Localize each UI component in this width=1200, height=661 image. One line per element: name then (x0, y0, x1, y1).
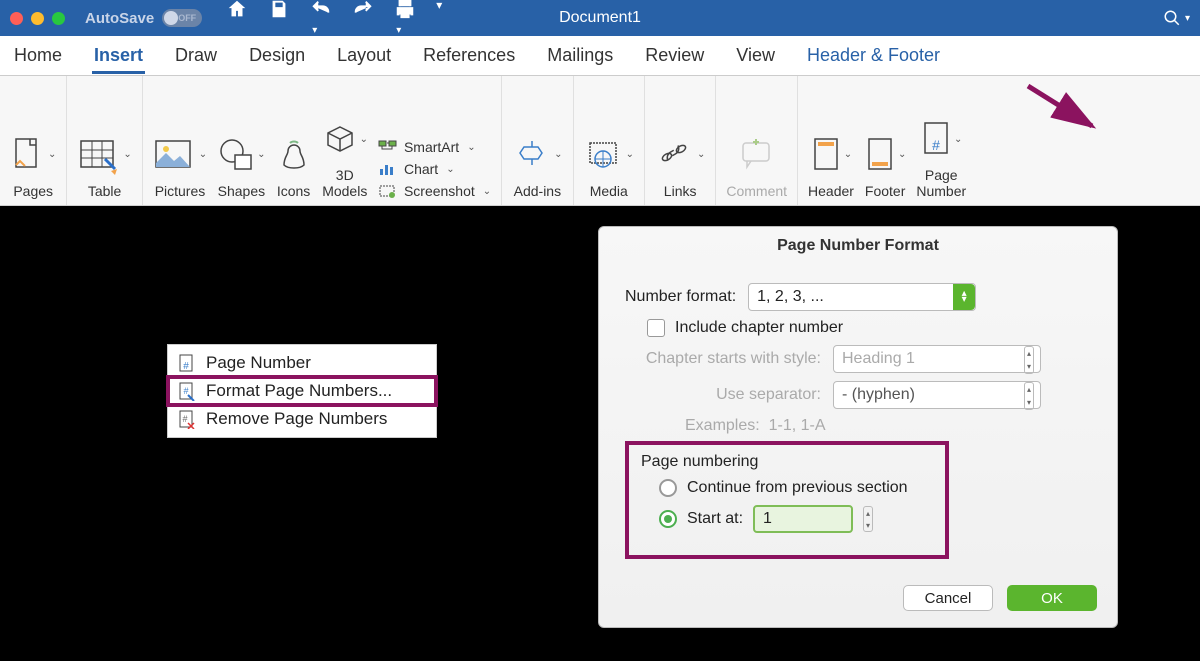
separator-select: - (hyphen) ▴▾ (833, 381, 1041, 409)
svg-text:#: # (932, 137, 940, 153)
print-icon[interactable]: ▾ (394, 0, 416, 38)
separator-label: Use separator: (621, 386, 821, 404)
chapter-starts-label: Chapter starts with style: (621, 350, 821, 368)
menu-item-format-page-numbers[interactable]: # Format Page Numbers... (168, 377, 436, 405)
continue-radio[interactable] (659, 479, 677, 497)
autosave-state: OFF (178, 13, 196, 23)
comment-icon (737, 137, 777, 173)
header-icon (810, 135, 842, 175)
callout-arrow (1024, 80, 1104, 134)
home-icon[interactable] (226, 0, 248, 38)
icons-button[interactable]: Icons (276, 130, 312, 199)
chart-button[interactable]: Chart⌄ (378, 161, 491, 177)
page-numbering-section: Page numbering Continue from previous se… (625, 441, 949, 559)
media-button[interactable]: ⌄ Media (584, 130, 634, 199)
page-number-icon: # (178, 353, 196, 373)
include-chapter-checkbox-row[interactable]: Include chapter number (647, 319, 1095, 337)
svg-text:#: # (182, 414, 187, 424)
save-icon[interactable] (268, 0, 290, 38)
pictures-icon (153, 137, 197, 173)
table-button[interactable]: ⌄ Table (77, 130, 131, 199)
media-icon (584, 137, 624, 173)
page-number-button[interactable]: #⌄ Page Number (916, 114, 966, 199)
chart-icon (378, 161, 398, 177)
quick-access-toolbar: ▾ ▾ ▾ (226, 0, 442, 38)
window-controls (10, 12, 65, 25)
start-at-radio-row[interactable]: Start at: 1 ▴▾ (659, 505, 933, 533)
start-at-radio[interactable] (659, 510, 677, 528)
page-number-format-dialog: Page Number Format Number format: 1, 2, … (598, 226, 1118, 628)
pictures-button[interactable]: ⌄ Pictures (153, 130, 207, 199)
shapes-icon (217, 137, 255, 173)
number-format-select[interactable]: 1, 2, 3, ... ▴▾ (748, 283, 976, 311)
comment-button: Comment (726, 130, 787, 199)
title-bar: AutoSave OFF ▾ ▾ ▾ Document1 ▾ (0, 0, 1200, 36)
chapter-starts-select: Heading 1 ▴▾ (833, 345, 1041, 373)
addins-button[interactable]: ⌄ Add-ins (512, 130, 562, 199)
tab-layout[interactable]: Layout (335, 45, 393, 66)
start-at-stepper-arrows[interactable]: ▴▾ (863, 506, 873, 532)
page-number-dropdown-menu: # Page Number # Format Page Numbers... #… (167, 344, 437, 438)
links-icon (655, 137, 695, 173)
ribbon: ⌄ Pages ⌄ Table ⌄ Pictures ⌄ Shapes Icon… (0, 76, 1200, 206)
footer-icon (864, 135, 896, 175)
remove-page-numbers-icon: # (178, 409, 196, 429)
continue-radio-row[interactable]: Continue from previous section (659, 479, 933, 497)
start-at-input[interactable]: 1 (753, 505, 853, 533)
tab-mailings[interactable]: Mailings (545, 45, 615, 66)
ok-button[interactable]: OK (1007, 585, 1097, 611)
page-number-icon: # (920, 119, 952, 159)
minimize-window-button[interactable] (31, 12, 44, 25)
menu-item-page-number[interactable]: # Page Number (168, 349, 436, 377)
tab-view[interactable]: View (734, 45, 777, 66)
svg-text:#: # (183, 386, 188, 396)
toggle-switch[interactable]: OFF (162, 9, 202, 27)
format-page-numbers-icon: # (178, 381, 196, 401)
page-numbering-label: Page numbering (641, 453, 933, 471)
menu-item-remove-page-numbers[interactable]: # Remove Page Numbers (168, 405, 436, 433)
tab-review[interactable]: Review (643, 45, 706, 66)
cancel-button[interactable]: Cancel (903, 585, 993, 611)
addins-icon (512, 137, 552, 173)
customize-qat-icon[interactable]: ▾ (436, 0, 442, 38)
smartart-button[interactable]: SmartArt⌄ (378, 139, 491, 155)
pages-button[interactable]: ⌄ Pages (10, 130, 56, 199)
screenshot-icon (378, 183, 398, 199)
icons-icon (276, 137, 312, 173)
tab-design[interactable]: Design (247, 45, 307, 66)
include-chapter-checkbox[interactable] (647, 319, 665, 337)
footer-button[interactable]: ⌄ Footer (864, 130, 906, 199)
links-button[interactable]: ⌄ Links (655, 130, 705, 199)
smartart-icon (378, 139, 398, 155)
shapes-button[interactable]: ⌄ Shapes (217, 130, 265, 199)
tab-draw[interactable]: Draw (173, 45, 219, 66)
search-button[interactable]: ▾ (1163, 9, 1190, 27)
svg-text:#: # (183, 361, 189, 372)
maximize-window-button[interactable] (52, 12, 65, 25)
pages-icon (10, 135, 46, 175)
table-icon (77, 135, 121, 175)
document-title: Document1 (559, 9, 641, 27)
3d-models-icon (322, 121, 358, 157)
tab-header-footer[interactable]: Header & Footer (805, 45, 942, 66)
autosave-toggle[interactable]: AutoSave OFF (85, 9, 202, 27)
close-window-button[interactable] (10, 12, 23, 25)
examples-value: 1-1, 1-A (769, 417, 826, 434)
stepper-arrows-icon: ▴▾ (1024, 382, 1034, 410)
undo-icon[interactable]: ▾ (310, 0, 332, 38)
tab-home[interactable]: Home (12, 45, 64, 66)
screenshot-button[interactable]: Screenshot⌄ (378, 183, 491, 199)
examples-label: Examples: (685, 417, 760, 434)
dropdown-arrow-icon: ▴▾ (953, 284, 975, 310)
header-button[interactable]: ⌄ Header (808, 130, 854, 199)
autosave-label: AutoSave (85, 10, 154, 27)
stepper-arrows-icon: ▴▾ (1024, 346, 1034, 374)
number-format-label: Number format: (625, 288, 736, 306)
redo-icon[interactable] (352, 0, 374, 38)
3d-models-button[interactable]: ⌄ 3D Models (322, 114, 368, 199)
ribbon-tabs: Home Insert Draw Design Layout Reference… (0, 36, 1200, 76)
tab-references[interactable]: References (421, 45, 517, 66)
tab-insert[interactable]: Insert (92, 45, 145, 74)
dialog-title: Page Number Format (599, 227, 1117, 269)
